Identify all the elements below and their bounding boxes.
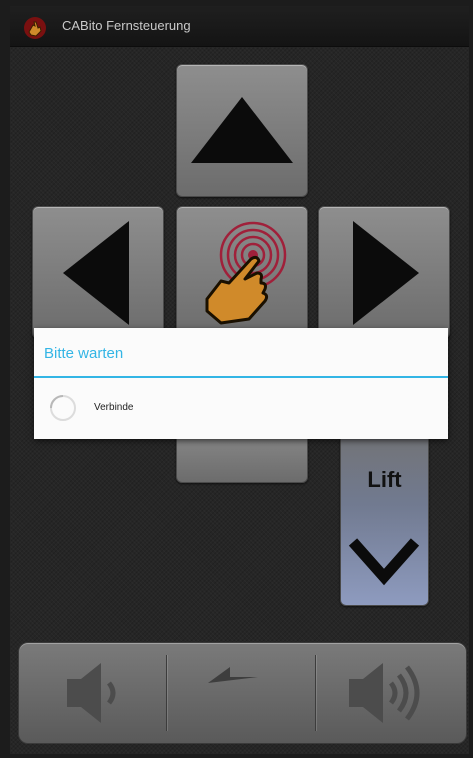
dialog-title: Bitte warten: [44, 345, 124, 362]
lift-down-button[interactable]: Lift: [340, 421, 429, 606]
triangle-up-icon: [191, 97, 293, 163]
volume-high-icon: [349, 663, 420, 723]
volume-low-icon: [67, 663, 116, 723]
hand-pointer-icon: [24, 17, 46, 39]
triangle-right-icon: [353, 221, 419, 325]
app-title: CABito Fernsteuerung: [62, 18, 191, 33]
up-button[interactable]: [176, 64, 308, 197]
volume-up-button[interactable]: [317, 653, 464, 733]
volume-down-button[interactable]: [19, 653, 166, 733]
left-button[interactable]: [32, 206, 164, 339]
app-screen: CABito Fernsteuerung Lift Bitte warten V…: [10, 6, 469, 754]
dialog-divider: [34, 376, 448, 378]
center-touch-button[interactable]: [176, 206, 308, 339]
bottom-bar-divider: [315, 655, 316, 731]
progress-dialog: Bitte warten Verbinde: [34, 328, 448, 439]
action-bar: CABito Fernsteuerung: [10, 6, 469, 47]
chevron-down-icon: [348, 538, 420, 586]
triangle-left-icon: [63, 221, 129, 325]
back-arrow-icon: [208, 667, 258, 683]
right-button[interactable]: [318, 206, 450, 339]
bottom-bar-divider: [166, 655, 167, 731]
touch-hand-icon: [205, 221, 287, 325]
back-button[interactable]: [168, 653, 315, 733]
bottom-control-bar: [18, 642, 467, 744]
dialog-message: Verbinde: [94, 402, 134, 413]
loading-spinner-icon: [50, 395, 76, 421]
